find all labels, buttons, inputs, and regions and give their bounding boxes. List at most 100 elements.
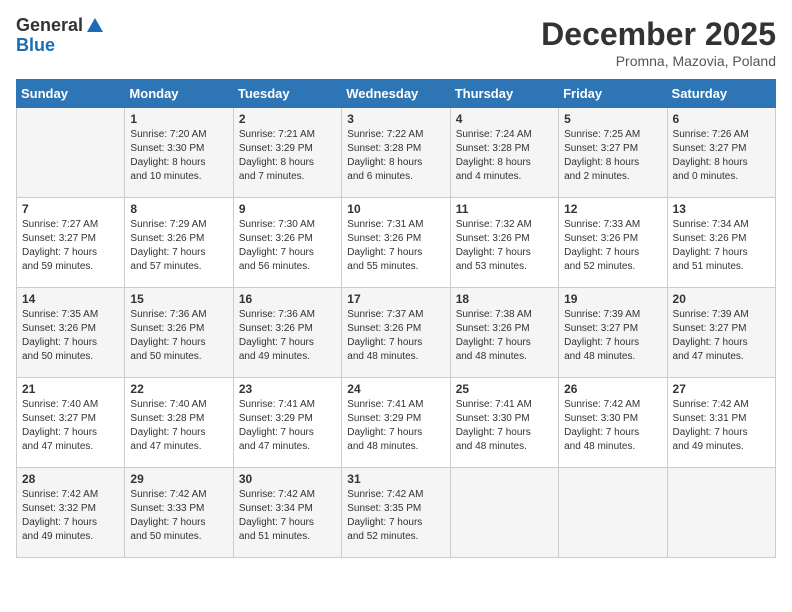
day-number: 10 xyxy=(347,202,444,216)
day-number: 14 xyxy=(22,292,119,306)
calendar-week-5: 28 Sunrise: 7:42 AMSunset: 3:32 PMDayligh… xyxy=(17,468,776,558)
day-info: Sunrise: 7:33 AMSunset: 3:26 PMDaylight:… xyxy=(564,218,661,274)
day-number: 19 xyxy=(564,292,661,306)
calendar-cell: 7 Sunrise: 7:27 AMSunset: 3:27 PMDaylight… xyxy=(17,198,125,288)
day-info: Sunrise: 7:42 AMSunset: 3:32 PMDaylight:… xyxy=(22,488,119,544)
day-number: 25 xyxy=(456,382,553,396)
day-number: 16 xyxy=(239,292,336,306)
day-info: Sunrise: 7:20 AMSunset: 3:30 PMDaylight:… xyxy=(130,128,227,184)
day-number: 24 xyxy=(347,382,444,396)
day-info: Sunrise: 7:41 AMSunset: 3:29 PMDaylight:… xyxy=(347,398,444,454)
logo: General Blue xyxy=(16,16,105,56)
calendar-cell: 3 Sunrise: 7:22 AMSunset: 3:28 PMDaylight… xyxy=(342,108,450,198)
day-number: 15 xyxy=(130,292,227,306)
calendar-cell xyxy=(17,108,125,198)
day-info: Sunrise: 7:40 AMSunset: 3:28 PMDaylight:… xyxy=(130,398,227,454)
calendar-cell: 2 Sunrise: 7:21 AMSunset: 3:29 PMDaylight… xyxy=(233,108,341,198)
day-info: Sunrise: 7:36 AMSunset: 3:26 PMDaylight:… xyxy=(130,308,227,364)
calendar-cell: 23 Sunrise: 7:41 AMSunset: 3:29 PMDayligh… xyxy=(233,378,341,468)
logo-blue-text: Blue xyxy=(16,36,105,56)
day-info: Sunrise: 7:42 AMSunset: 3:31 PMDaylight:… xyxy=(673,398,770,454)
day-info: Sunrise: 7:26 AMSunset: 3:27 PMDaylight:… xyxy=(673,128,770,184)
day-number: 8 xyxy=(130,202,227,216)
calendar-cell: 29 Sunrise: 7:42 AMSunset: 3:33 PMDayligh… xyxy=(125,468,233,558)
calendar-cell: 13 Sunrise: 7:34 AMSunset: 3:26 PMDayligh… xyxy=(667,198,775,288)
title-block: December 2025 Promna, Mazovia, Poland xyxy=(541,16,776,69)
day-info: Sunrise: 7:42 AMSunset: 3:33 PMDaylight:… xyxy=(130,488,227,544)
day-number: 28 xyxy=(22,472,119,486)
day-number: 4 xyxy=(456,112,553,126)
day-info: Sunrise: 7:21 AMSunset: 3:29 PMDaylight:… xyxy=(239,128,336,184)
weekday-header-thursday: Thursday xyxy=(450,80,558,108)
day-number: 30 xyxy=(239,472,336,486)
calendar-cell: 30Sunrise: 7:42 AMSunset: 3:34 PMDayligh… xyxy=(233,468,341,558)
calendar-cell: 9 Sunrise: 7:30 AMSunset: 3:26 PMDaylight… xyxy=(233,198,341,288)
day-number: 26 xyxy=(564,382,661,396)
logo-icon xyxy=(85,16,105,36)
calendar-week-2: 7 Sunrise: 7:27 AMSunset: 3:27 PMDaylight… xyxy=(17,198,776,288)
calendar-cell: 14 Sunrise: 7:35 AMSunset: 3:26 PMDayligh… xyxy=(17,288,125,378)
day-info: Sunrise: 7:42 AMSunset: 3:30 PMDaylight:… xyxy=(564,398,661,454)
day-info: Sunrise: 7:39 AMSunset: 3:27 PMDaylight:… xyxy=(564,308,661,364)
weekday-header-monday: Monday xyxy=(125,80,233,108)
calendar-cell: 18Sunrise: 7:38 AMSunset: 3:26 PMDayligh… xyxy=(450,288,558,378)
day-info: Sunrise: 7:30 AMSunset: 3:26 PMDaylight:… xyxy=(239,218,336,274)
calendar-cell: 17 Sunrise: 7:37 AMSunset: 3:26 PMDayligh… xyxy=(342,288,450,378)
day-info: Sunrise: 7:36 AMSunset: 3:26 PMDaylight:… xyxy=(239,308,336,364)
day-number: 21 xyxy=(22,382,119,396)
day-number: 13 xyxy=(673,202,770,216)
calendar-cell: 12 Sunrise: 7:33 AMSunset: 3:26 PMDayligh… xyxy=(559,198,667,288)
day-info: Sunrise: 7:22 AMSunset: 3:28 PMDaylight:… xyxy=(347,128,444,184)
calendar-week-1: 1 Sunrise: 7:20 AMSunset: 3:30 PMDaylight… xyxy=(17,108,776,198)
day-info: Sunrise: 7:37 AMSunset: 3:26 PMDaylight:… xyxy=(347,308,444,364)
logo-general-text: General xyxy=(16,16,83,36)
day-info: Sunrise: 7:41 AMSunset: 3:30 PMDaylight:… xyxy=(456,398,553,454)
day-number: 7 xyxy=(22,202,119,216)
day-number: 31 xyxy=(347,472,444,486)
day-info: Sunrise: 7:41 AMSunset: 3:29 PMDaylight:… xyxy=(239,398,336,454)
calendar-table: SundayMondayTuesdayWednesdayThursdayFrid… xyxy=(16,79,776,558)
calendar-cell: 1 Sunrise: 7:20 AMSunset: 3:30 PMDaylight… xyxy=(125,108,233,198)
day-number: 23 xyxy=(239,382,336,396)
month-title: December 2025 xyxy=(541,16,776,53)
calendar-cell: 15 Sunrise: 7:36 AMSunset: 3:26 PMDayligh… xyxy=(125,288,233,378)
weekday-header-sunday: Sunday xyxy=(17,80,125,108)
day-info: Sunrise: 7:29 AMSunset: 3:26 PMDaylight:… xyxy=(130,218,227,274)
calendar-cell: 5Sunrise: 7:25 AMSunset: 3:27 PMDaylight… xyxy=(559,108,667,198)
day-number: 12 xyxy=(564,202,661,216)
day-number: 29 xyxy=(130,472,227,486)
day-number: 11 xyxy=(456,202,553,216)
day-info: Sunrise: 7:35 AMSunset: 3:26 PMDaylight:… xyxy=(22,308,119,364)
weekday-header-row: SundayMondayTuesdayWednesdayThursdayFrid… xyxy=(17,80,776,108)
calendar-cell: 31Sunrise: 7:42 AMSunset: 3:35 PMDayligh… xyxy=(342,468,450,558)
page-header: General Blue December 2025 Promna, Mazov… xyxy=(16,16,776,69)
day-number: 17 xyxy=(347,292,444,306)
calendar-cell: 8 Sunrise: 7:29 AMSunset: 3:26 PMDaylight… xyxy=(125,198,233,288)
day-number: 1 xyxy=(130,112,227,126)
calendar-cell: 16 Sunrise: 7:36 AMSunset: 3:26 PMDayligh… xyxy=(233,288,341,378)
calendar-cell: 27Sunrise: 7:42 AMSunset: 3:31 PMDayligh… xyxy=(667,378,775,468)
calendar-cell xyxy=(559,468,667,558)
day-number: 18 xyxy=(456,292,553,306)
day-number: 5 xyxy=(564,112,661,126)
day-info: Sunrise: 7:32 AMSunset: 3:26 PMDaylight:… xyxy=(456,218,553,274)
calendar-cell: 11 Sunrise: 7:32 AMSunset: 3:26 PMDayligh… xyxy=(450,198,558,288)
calendar-cell: 6Sunrise: 7:26 AMSunset: 3:27 PMDaylight… xyxy=(667,108,775,198)
day-number: 2 xyxy=(239,112,336,126)
day-number: 3 xyxy=(347,112,444,126)
day-info: Sunrise: 7:39 AMSunset: 3:27 PMDaylight:… xyxy=(673,308,770,364)
calendar-cell: 24 Sunrise: 7:41 AMSunset: 3:29 PMDayligh… xyxy=(342,378,450,468)
day-number: 22 xyxy=(130,382,227,396)
calendar-cell: 28 Sunrise: 7:42 AMSunset: 3:32 PMDayligh… xyxy=(17,468,125,558)
weekday-header-saturday: Saturday xyxy=(667,80,775,108)
day-info: Sunrise: 7:27 AMSunset: 3:27 PMDaylight:… xyxy=(22,218,119,274)
calendar-cell: 25 Sunrise: 7:41 AMSunset: 3:30 PMDayligh… xyxy=(450,378,558,468)
calendar-cell: 26 Sunrise: 7:42 AMSunset: 3:30 PMDayligh… xyxy=(559,378,667,468)
day-number: 9 xyxy=(239,202,336,216)
day-info: Sunrise: 7:34 AMSunset: 3:26 PMDaylight:… xyxy=(673,218,770,274)
day-info: Sunrise: 7:24 AMSunset: 3:28 PMDaylight:… xyxy=(456,128,553,184)
calendar-cell: 19 Sunrise: 7:39 AMSunset: 3:27 PMDayligh… xyxy=(559,288,667,378)
weekday-header-friday: Friday xyxy=(559,80,667,108)
calendar-cell: 22 Sunrise: 7:40 AMSunset: 3:28 PMDayligh… xyxy=(125,378,233,468)
calendar-week-4: 21Sunrise: 7:40 AMSunset: 3:27 PMDayligh… xyxy=(17,378,776,468)
